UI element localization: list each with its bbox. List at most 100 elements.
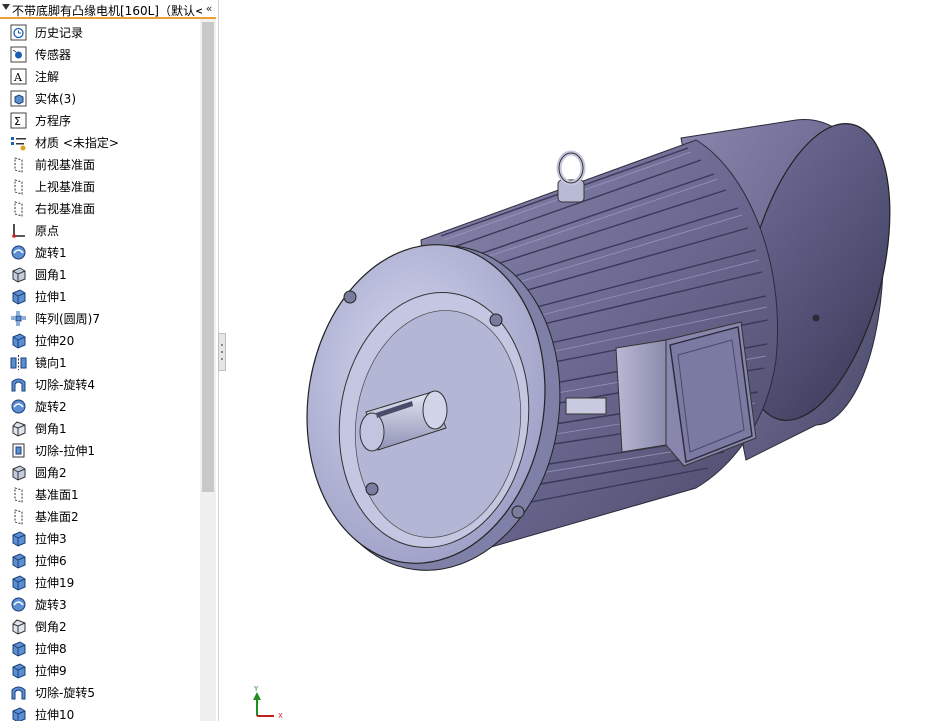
feature-tree-item[interactable]: 拉伸1: [0, 285, 200, 307]
feature-tree-item[interactable]: 倒角2: [0, 615, 200, 637]
feature-manager-tree: 不带底脚有凸缘电机[160L]（默认< « 历史记录传感器 A 注解实体(3) Σ 方程…: [0, 0, 219, 721]
feature-tree-item-label: 材质 <未指定>: [35, 136, 119, 150]
feature-tree-item-label: 拉伸3: [35, 532, 67, 546]
feature-tree-item-label: 基准面2: [35, 510, 79, 524]
feature-tree-item-label: 原点: [35, 224, 60, 238]
plane-icon: [10, 508, 27, 525]
extrude-icon: [10, 706, 27, 721]
feature-tree-item-label: 前视基准面: [35, 158, 96, 172]
feature-tree-item[interactable]: 拉伸10: [0, 703, 200, 721]
feature-tree-item[interactable]: 原点: [0, 219, 200, 241]
feature-tree-item-label: 倒角1: [35, 422, 67, 436]
revolve-icon: [10, 244, 27, 261]
feature-tree-item[interactable]: Σ 方程序: [0, 109, 200, 131]
feature-tree-item-label: 切除-旋转5: [35, 686, 95, 700]
feature-tree-item[interactable]: 基准面1: [0, 483, 200, 505]
feature-tree-item[interactable]: 倒角1: [0, 417, 200, 439]
fillet-icon: [10, 464, 27, 481]
graphics-viewport[interactable]: Y X: [226, 0, 928, 721]
chamfer-icon: [10, 420, 27, 437]
panel-splitter-handle[interactable]: [218, 333, 226, 371]
feature-tree-item-label: 圆角2: [35, 466, 67, 480]
feature-tree-item-label: 阵列(圆周)7: [35, 312, 100, 326]
svg-text:Σ: Σ: [14, 115, 21, 128]
cut-extrude-icon: [10, 442, 27, 459]
feature-tree-item-label: 传感器: [35, 48, 72, 62]
expand-triangle-icon[interactable]: [2, 4, 10, 10]
tree-scrollbar-thumb[interactable]: [202, 22, 214, 492]
extrude-icon: [10, 662, 27, 679]
extrude-icon: [10, 288, 27, 305]
feature-tree-item[interactable]: 圆角2: [0, 461, 200, 483]
feature-tree-item-label: 上视基准面: [35, 180, 96, 194]
feature-tree-item-label: 倒角2: [35, 620, 67, 634]
feature-tree-item[interactable]: 材质 <未指定>: [0, 131, 200, 153]
feature-tree-item-label: 旋转1: [35, 246, 67, 260]
feature-tree-item[interactable]: 圆角1: [0, 263, 200, 285]
motor-model-view[interactable]: Y X: [226, 0, 928, 721]
feature-tree-item[interactable]: 切除-拉伸1: [0, 439, 200, 461]
feature-tree-item[interactable]: 传感器: [0, 43, 200, 65]
feature-tree-item-label: 历史记录: [35, 26, 84, 40]
feature-tree-item-label: 圆角1: [35, 268, 67, 282]
feature-tree-item-label: 拉伸10: [35, 708, 75, 721]
plane-icon: [10, 200, 27, 217]
axis-y-label: Y: [253, 685, 259, 693]
feature-tree-item[interactable]: 旋转1: [0, 241, 200, 263]
sensor-icon: [10, 46, 27, 63]
chamfer-icon: [10, 618, 27, 635]
feature-tree-item[interactable]: 拉伸19: [0, 571, 200, 593]
feature-tree-item-label: 旋转2: [35, 400, 67, 414]
svg-text:A: A: [13, 71, 23, 84]
origin-icon: [10, 222, 27, 239]
feature-tree-item-label: 注解: [35, 70, 60, 84]
feature-tree-item[interactable]: 右视基准面: [0, 197, 200, 219]
feature-tree-item[interactable]: 基准面2: [0, 505, 200, 527]
axis-triad: Y X: [253, 685, 283, 720]
feature-tree-item[interactable]: 拉伸6: [0, 549, 200, 571]
feature-tree-item[interactable]: 镜向1: [0, 351, 200, 373]
feature-tree-item[interactable]: 前视基准面: [0, 153, 200, 175]
feature-tree-item[interactable]: A 注解: [0, 65, 200, 87]
plane-icon: [10, 156, 27, 173]
feature-list: 历史记录传感器 A 注解实体(3) Σ 方程序材质 <未指定> 前视基准面上视基准面右视基…: [0, 21, 200, 721]
plane-icon: [10, 178, 27, 195]
feature-tree-item[interactable]: 实体(3): [0, 87, 200, 109]
revolve-icon: [10, 596, 27, 613]
extrude-icon: [10, 530, 27, 547]
feature-tree-item[interactable]: 上视基准面: [0, 175, 200, 197]
extrude-icon: [10, 574, 27, 591]
lifting-eye-bolt: [556, 150, 586, 203]
feature-tree-item-label: 实体(3): [35, 92, 76, 106]
cut-revolve-icon: [10, 376, 27, 393]
feature-tree-item[interactable]: 拉伸3: [0, 527, 200, 549]
feature-tree-item[interactable]: 切除-旋转4: [0, 373, 200, 395]
mirror-icon: [10, 354, 27, 371]
feature-tree-item-label: 拉伸9: [35, 664, 67, 678]
feature-tree-item-label: 右视基准面: [35, 202, 96, 216]
feature-tree-item-label: 拉伸8: [35, 642, 67, 656]
panel-collapse-button[interactable]: «: [202, 0, 216, 17]
feature-tree-item[interactable]: 旋转2: [0, 395, 200, 417]
feature-tree-item[interactable]: 拉伸20: [0, 329, 200, 351]
revolve-icon: [10, 398, 27, 415]
extrude-icon: [10, 332, 27, 349]
feature-tree-item[interactable]: 拉伸8: [0, 637, 200, 659]
feature-tree-item[interactable]: 旋转3: [0, 593, 200, 615]
feature-tree-item-label: 拉伸6: [35, 554, 67, 568]
material-icon: [10, 134, 27, 151]
feature-tree-item[interactable]: 拉伸9: [0, 659, 200, 681]
equation-icon: Σ: [10, 112, 27, 129]
feature-tree-item[interactable]: 阵列(圆周)7: [0, 307, 200, 329]
circular-pattern-icon: [10, 310, 27, 327]
annotation-icon: A: [10, 68, 27, 85]
extrude-icon: [10, 552, 27, 569]
feature-tree-item-label: 旋转3: [35, 598, 67, 612]
fillet-icon: [10, 266, 27, 283]
feature-tree-item-label: 方程序: [35, 114, 72, 128]
feature-tree-item-label: 基准面1: [35, 488, 79, 502]
tree-root-item[interactable]: 不带底脚有凸缘电机[160L]（默认< «: [0, 0, 216, 19]
feature-tree-item[interactable]: 切除-旋转5: [0, 681, 200, 703]
extrude-icon: [10, 640, 27, 657]
feature-tree-item[interactable]: 历史记录: [0, 21, 200, 43]
